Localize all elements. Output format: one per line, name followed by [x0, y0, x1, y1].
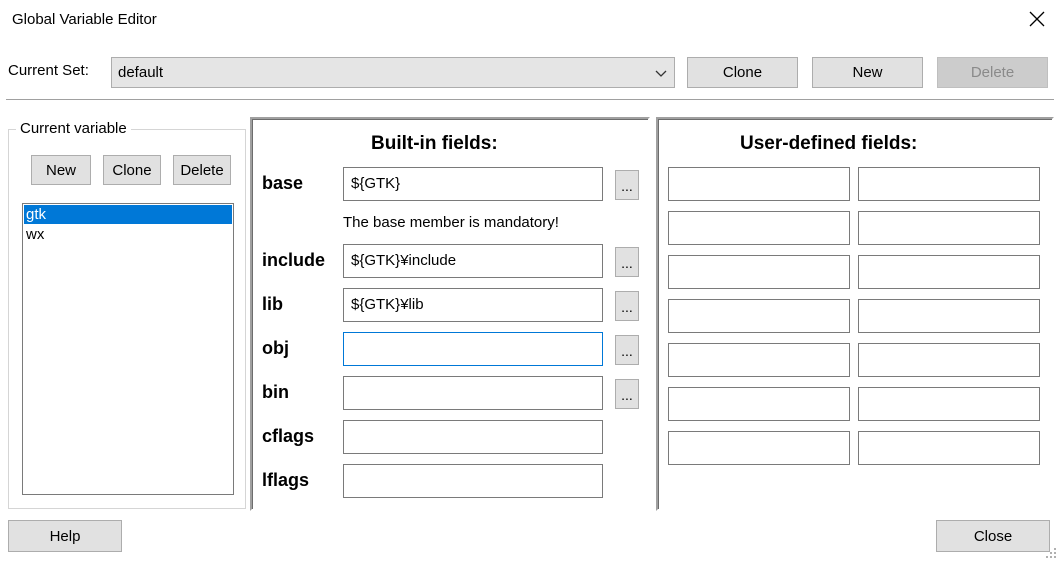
delete-variable-button[interactable]: Delete	[173, 155, 231, 185]
base-input[interactable]: ${GTK}	[343, 167, 603, 201]
user-field-value[interactable]	[858, 255, 1040, 289]
lflags-label: lflags	[262, 470, 310, 490]
delete-set-button[interactable]: Delete	[937, 57, 1048, 88]
lib-browse-button[interactable]: ...	[615, 291, 639, 321]
clone-variable-button[interactable]: Clone	[103, 155, 161, 185]
window-title: Global Variable Editor	[12, 11, 157, 28]
resize-grip-icon[interactable]	[1044, 546, 1058, 560]
lib-label: lib	[262, 294, 283, 314]
close-button[interactable]: Close	[936, 520, 1050, 552]
clone-set-button[interactable]: Clone	[687, 57, 798, 88]
user-field-value[interactable]	[858, 167, 1040, 201]
user-field-value[interactable]	[858, 211, 1040, 245]
user-field-name[interactable]	[668, 431, 850, 465]
base-browse-button[interactable]: ...	[615, 170, 639, 200]
user-field-value[interactable]	[858, 431, 1040, 465]
include-browse-button[interactable]: ...	[615, 247, 639, 277]
base-mandatory-note: The base member is mandatory!	[343, 214, 559, 231]
lib-input[interactable]: ${GTK}¥lib	[343, 288, 603, 322]
separator	[6, 99, 1054, 101]
new-variable-button[interactable]: New	[31, 155, 91, 185]
user-field-value[interactable]	[858, 387, 1040, 421]
current-variable-label: Current variable	[16, 120, 131, 137]
user-field-name[interactable]	[668, 211, 850, 245]
cflags-input[interactable]	[343, 420, 603, 454]
user-field-name[interactable]	[668, 255, 850, 289]
base-label: base	[262, 173, 304, 193]
obj-input[interactable]	[343, 332, 603, 366]
user-field-name[interactable]	[668, 167, 850, 201]
variable-list[interactable]: gtk wx	[22, 203, 234, 495]
chevron-down-icon	[654, 67, 668, 79]
bin-input[interactable]	[343, 376, 603, 410]
bin-label: bin	[262, 382, 289, 402]
current-set-dropdown[interactable]: default	[111, 57, 675, 88]
current-set-value: default	[118, 64, 164, 81]
current-set-label: Current Set:	[8, 62, 89, 79]
lflags-input[interactable]	[343, 464, 603, 498]
cflags-label: cflags	[262, 426, 315, 446]
new-set-button[interactable]: New	[812, 57, 923, 88]
bin-browse-button[interactable]: ...	[615, 379, 639, 409]
include-label: include	[262, 250, 326, 270]
list-item-gtk[interactable]: gtk	[24, 205, 232, 224]
user-field-value[interactable]	[858, 343, 1040, 377]
user-field-name[interactable]	[668, 387, 850, 421]
include-input[interactable]: ${GTK}¥include	[343, 244, 603, 278]
user-defined-fields-heading: User-defined fields:	[740, 133, 918, 154]
help-button[interactable]: Help	[8, 520, 122, 552]
obj-browse-button[interactable]: ...	[615, 335, 639, 365]
close-icon[interactable]	[1022, 4, 1052, 34]
user-field-value[interactable]	[858, 299, 1040, 333]
user-field-name[interactable]	[668, 299, 850, 333]
user-field-name[interactable]	[668, 343, 850, 377]
list-item-wx[interactable]: wx	[24, 225, 232, 244]
builtin-fields-heading: Built-in fields:	[371, 133, 498, 154]
obj-label: obj	[262, 338, 289, 358]
